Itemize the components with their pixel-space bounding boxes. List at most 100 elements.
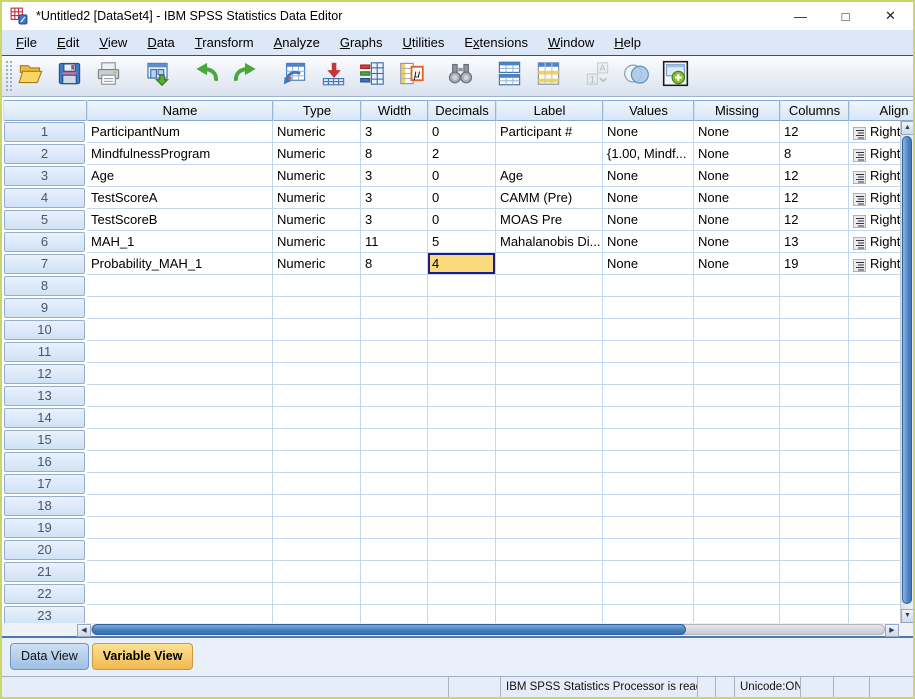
grid-cell-decimals[interactable]: 5 xyxy=(428,231,496,253)
grid-cell-empty[interactable] xyxy=(428,539,496,561)
grid-cell-decimals[interactable]: 0 xyxy=(428,209,496,231)
grid-cell-empty[interactable] xyxy=(361,407,428,429)
grid-cell-empty[interactable] xyxy=(603,451,694,473)
grid-cell-values[interactable]: None xyxy=(603,187,694,209)
row-header[interactable]: 3 xyxy=(3,165,87,187)
print-button[interactable] xyxy=(92,60,124,92)
grid-cell-empty[interactable] xyxy=(87,341,273,363)
row-header[interactable]: 11 xyxy=(3,341,87,363)
grid-cell-columns[interactable]: 12 xyxy=(780,165,849,187)
column-header-missing[interactable]: Missing xyxy=(694,100,780,121)
grid-cell-label[interactable]: Mahalanobis Di... xyxy=(496,231,603,253)
grid-corner-cell[interactable] xyxy=(3,100,87,121)
row-header[interactable]: 19 xyxy=(3,517,87,539)
grid-cell-columns[interactable]: 12 xyxy=(780,187,849,209)
grid-cell-width[interactable]: 11 xyxy=(361,231,428,253)
grid-cell-empty[interactable] xyxy=(361,583,428,605)
grid-cell-missing[interactable]: None xyxy=(694,165,780,187)
grid-cell-empty[interactable] xyxy=(273,275,361,297)
grid-cell-empty[interactable] xyxy=(694,297,780,319)
grid-cell-decimals[interactable]: 0 xyxy=(428,165,496,187)
grid-cell-empty[interactable] xyxy=(496,539,603,561)
grid-cell-type[interactable]: Numeric xyxy=(273,165,361,187)
grid-cell-empty[interactable] xyxy=(87,539,273,561)
grid-cell-name[interactable]: Probability_MAH_1 xyxy=(87,253,273,275)
grid-cell-empty[interactable] xyxy=(780,451,849,473)
grid-cell-empty[interactable] xyxy=(694,385,780,407)
grid-cell-empty[interactable] xyxy=(273,495,361,517)
grid-cell-empty[interactable] xyxy=(361,341,428,363)
grid-cell-values[interactable]: None xyxy=(603,209,694,231)
grid-cell-empty[interactable] xyxy=(694,429,780,451)
row-header[interactable]: 16 xyxy=(3,451,87,473)
column-header-name[interactable]: Name xyxy=(87,100,273,121)
grid-cell-width[interactable]: 3 xyxy=(361,187,428,209)
grid-cell-type[interactable]: Numeric xyxy=(273,209,361,231)
grid-cell-missing[interactable]: None xyxy=(694,121,780,143)
grid-cell-name[interactable]: MindfulnessProgram xyxy=(87,143,273,165)
grid-cell-empty[interactable] xyxy=(361,495,428,517)
grid-cell-empty[interactable] xyxy=(87,385,273,407)
grid-cell-empty[interactable] xyxy=(603,319,694,341)
grid-cell-empty[interactable] xyxy=(780,275,849,297)
grid-cell-empty[interactable] xyxy=(361,451,428,473)
undo-button[interactable] xyxy=(190,60,222,92)
grid-cell-missing[interactable]: None xyxy=(694,143,780,165)
grid-cell-empty[interactable] xyxy=(496,583,603,605)
grid-cell-values[interactable]: None xyxy=(603,121,694,143)
menu-item-file[interactable]: File xyxy=(6,32,47,53)
grid-cell-empty[interactable] xyxy=(428,429,496,451)
grid-cell-empty[interactable] xyxy=(273,385,361,407)
minimize-button[interactable]: — xyxy=(778,2,823,30)
row-header[interactable]: 12 xyxy=(3,363,87,385)
grid-cell-empty[interactable] xyxy=(361,517,428,539)
horizontal-scroll-track[interactable] xyxy=(91,624,885,635)
grid-cell-values[interactable]: None xyxy=(603,231,694,253)
grid-cell-empty[interactable] xyxy=(780,429,849,451)
grid-cell-empty[interactable] xyxy=(273,429,361,451)
grid-cell-empty[interactable] xyxy=(780,473,849,495)
row-header[interactable]: 18 xyxy=(3,495,87,517)
grid-cell-empty[interactable] xyxy=(87,275,273,297)
grid-cell-empty[interactable] xyxy=(87,319,273,341)
grid-cell-empty[interactable] xyxy=(428,583,496,605)
grid-cell-width[interactable]: 8 xyxy=(361,143,428,165)
grid-cell-empty[interactable] xyxy=(780,319,849,341)
redo-button[interactable] xyxy=(229,60,261,92)
grid-cell-empty[interactable] xyxy=(496,275,603,297)
grid-cell-width[interactable]: 8 xyxy=(361,253,428,275)
grid-cell-columns[interactable]: 12 xyxy=(780,121,849,143)
grid-cell-empty[interactable] xyxy=(361,561,428,583)
recall-dialogs-button[interactable] xyxy=(141,60,173,92)
grid-cell-empty[interactable] xyxy=(496,561,603,583)
column-header-columns[interactable]: Columns xyxy=(780,100,849,121)
toolbar-grip[interactable] xyxy=(5,60,12,92)
grid-cell-empty[interactable] xyxy=(694,605,780,623)
grid-cell-empty[interactable] xyxy=(273,319,361,341)
grid-cell-columns[interactable]: 13 xyxy=(780,231,849,253)
grid-cell-decimals[interactable]: 0 xyxy=(428,187,496,209)
grid-cell-empty[interactable] xyxy=(273,363,361,385)
grid-cell-decimals[interactable]: 0 xyxy=(428,121,496,143)
grid-cell-empty[interactable] xyxy=(603,363,694,385)
grid-cell-empty[interactable] xyxy=(273,539,361,561)
select-cases-button[interactable] xyxy=(532,60,564,92)
grid-cell-missing[interactable]: None xyxy=(694,209,780,231)
grid-cell-empty[interactable] xyxy=(428,363,496,385)
grid-cell-empty[interactable] xyxy=(496,297,603,319)
grid-cell-empty[interactable] xyxy=(361,473,428,495)
grid-cell-empty[interactable] xyxy=(496,605,603,623)
grid-cell-empty[interactable] xyxy=(496,341,603,363)
grid-cell-empty[interactable] xyxy=(361,429,428,451)
grid-cell-empty[interactable] xyxy=(694,275,780,297)
row-header[interactable]: 6 xyxy=(3,231,87,253)
split-file-button[interactable] xyxy=(493,60,525,92)
grid-cell-name[interactable]: Age xyxy=(87,165,273,187)
close-button[interactable]: ✕ xyxy=(868,2,913,30)
row-header[interactable]: 7 xyxy=(3,253,87,275)
scroll-up-button[interactable]: ▲ xyxy=(901,121,913,135)
grid-cell-empty[interactable] xyxy=(780,385,849,407)
grid-cell-empty[interactable] xyxy=(603,583,694,605)
grid-cell-empty[interactable] xyxy=(428,451,496,473)
grid-cell-label[interactable] xyxy=(496,253,603,275)
